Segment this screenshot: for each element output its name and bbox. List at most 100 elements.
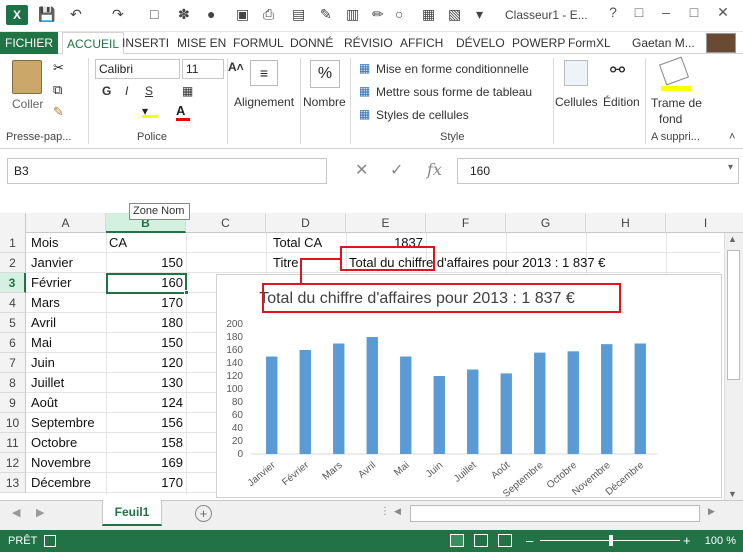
macro-record-icon[interactable] (44, 535, 56, 547)
column-header-a[interactable]: A (26, 213, 106, 233)
alignment-icon[interactable]: ≡ (250, 60, 278, 86)
column-header-e[interactable]: E (346, 213, 426, 233)
insert-function-icon[interactable]: fx (427, 160, 442, 179)
table-format-button[interactable]: Mettre sous forme de tableau (376, 85, 532, 99)
cell-b13[interactable]: 170 (106, 473, 186, 493)
redo-icon[interactable]: ↷ (112, 6, 124, 23)
alignment-button[interactable]: Alignement (234, 95, 294, 109)
draw-icon[interactable]: ✎ (320, 6, 332, 23)
row-header[interactable]: 9 (0, 393, 26, 413)
sheet-tab-feuil1[interactable]: Feuil1 (102, 500, 162, 526)
underline-button[interactable]: S (145, 84, 153, 98)
row-header[interactable]: 8 (0, 373, 26, 393)
page-break-view-icon[interactable] (498, 534, 512, 547)
cell-d2[interactable]: Titre (270, 253, 302, 273)
image-icon[interactable]: ▣ (236, 6, 249, 23)
cancel-icon[interactable]: ✕ (355, 160, 368, 180)
zoom-in-icon[interactable]: + (683, 530, 691, 552)
next-sheet-icon[interactable]: ▶ (36, 506, 44, 519)
prev-sheet-icon[interactable]: ◀ (12, 506, 20, 519)
cell-a13[interactable]: Décembre (28, 473, 106, 493)
ruler-icon[interactable]: ▥ (346, 6, 359, 23)
cell-b4[interactable]: 170 (106, 293, 186, 313)
expand-formula-icon[interactable]: ▾ (728, 162, 733, 173)
close-icon[interactable]: ✕ (712, 4, 734, 21)
zoom-out-icon[interactable]: – (526, 530, 533, 552)
font-name-select[interactable]: Calibri (95, 59, 180, 79)
touch-mode-icon[interactable]: ● (207, 6, 215, 22)
cell-b9[interactable]: 124 (106, 393, 186, 413)
font-size-select[interactable]: 11 (182, 59, 224, 79)
name-box[interactable]: B3 (7, 158, 327, 184)
cell-a5[interactable]: Avril (28, 313, 106, 333)
minimize-icon[interactable]: – (655, 4, 677, 20)
column-header-i[interactable]: I (666, 213, 743, 233)
cell-styles-button[interactable]: Styles de cellules (376, 108, 469, 122)
row-header[interactable]: 3 (0, 273, 26, 293)
tab-developpeur[interactable]: DÉVELO (452, 32, 509, 54)
user-name[interactable]: Gaetan M... (632, 32, 695, 54)
cell-a10[interactable]: Septembre (28, 413, 106, 433)
excel-logo-icon[interactable]: X (6, 5, 28, 25)
macro-icon[interactable]: ✽ (178, 6, 190, 23)
cells-icon[interactable] (564, 60, 588, 86)
normal-view-icon[interactable] (450, 534, 464, 547)
format-painter-icon[interactable]: ✎ (53, 104, 64, 120)
cut-icon[interactable]: ✂ (53, 60, 64, 76)
tab-mise-en-page[interactable]: MISE EN (173, 32, 230, 54)
fill-button-label-1[interactable]: Trame de (651, 96, 702, 110)
sheet-icon[interactable]: ▦ (422, 6, 435, 23)
table-format-icon[interactable]: ▦ (359, 84, 370, 98)
column-header-d[interactable]: D (266, 213, 346, 233)
editing-button[interactable]: Édition (603, 95, 640, 109)
tab-split-icon[interactable]: ⋮ (380, 506, 390, 517)
row-header[interactable]: 6 (0, 333, 26, 353)
scroll-down-icon[interactable]: ▼ (728, 489, 737, 499)
grow-font-icon[interactable]: A˄ (228, 60, 244, 74)
row-header[interactable]: 2 (0, 253, 26, 273)
form-icon[interactable]: ▤ (292, 6, 305, 23)
cell-a8[interactable]: Juillet (28, 373, 106, 393)
cell-a11[interactable]: Octobre (28, 433, 106, 453)
cell-d1[interactable]: Total CA (270, 233, 325, 253)
select-all-corner[interactable] (0, 213, 26, 233)
cell-b11[interactable]: 158 (106, 433, 186, 453)
fill-color-icon[interactable]: ▾ (142, 104, 158, 118)
cell-a6[interactable]: Mai (28, 333, 106, 353)
cell-b12[interactable]: 169 (106, 453, 186, 473)
cell-a4[interactable]: Mars (28, 293, 106, 313)
cell-b2[interactable]: 150 (106, 253, 186, 273)
column-header-f[interactable]: F (426, 213, 506, 233)
conditional-format-button[interactable]: Mise en forme conditionnelle (376, 62, 529, 76)
number-format-icon[interactable]: % (310, 60, 340, 88)
copy-icon[interactable]: ⧉ (53, 82, 62, 98)
tab-formules[interactable]: FORMUL (229, 32, 288, 54)
cell-b6[interactable]: 150 (106, 333, 186, 353)
enter-icon[interactable]: ✓ (390, 160, 403, 180)
customize-qat-icon[interactable]: ▾ (476, 6, 483, 23)
pen-icon[interactable]: ✏ (372, 6, 384, 23)
row-header[interactable]: 11 (0, 433, 26, 453)
record-icon[interactable]: ○ (395, 6, 403, 22)
tab-revision[interactable]: RÉVISIO (340, 32, 397, 54)
find-icon[interactable]: ⚯ (610, 60, 625, 81)
tab-affichage[interactable]: AFFICH (396, 32, 447, 54)
fill-handle[interactable] (184, 290, 189, 295)
cell-a12[interactable]: Novembre (28, 453, 106, 473)
hscroll-right-icon[interactable]: ▶ (708, 506, 715, 517)
zoom-slider-thumb[interactable] (609, 535, 613, 546)
italic-button[interactable]: I (125, 84, 128, 98)
bold-button[interactable]: G (102, 84, 111, 98)
cell-b5[interactable]: 180 (106, 313, 186, 333)
font-color-icon[interactable]: A (176, 104, 190, 121)
cell-a9[interactable]: Août (28, 393, 106, 413)
save-icon[interactable]: 💾 (38, 6, 55, 23)
column-header-h[interactable]: H (586, 213, 666, 233)
hscroll-left-icon[interactable]: ◀ (394, 506, 401, 517)
maximize-icon[interactable]: □ (683, 4, 705, 20)
row-header[interactable]: 1 (0, 233, 26, 253)
column-header-c[interactable]: C (186, 213, 266, 233)
cell-styles-icon[interactable]: ▦ (359, 107, 370, 121)
number-button[interactable]: Nombre (303, 95, 346, 109)
cell-a2[interactable]: Janvier (28, 253, 106, 273)
